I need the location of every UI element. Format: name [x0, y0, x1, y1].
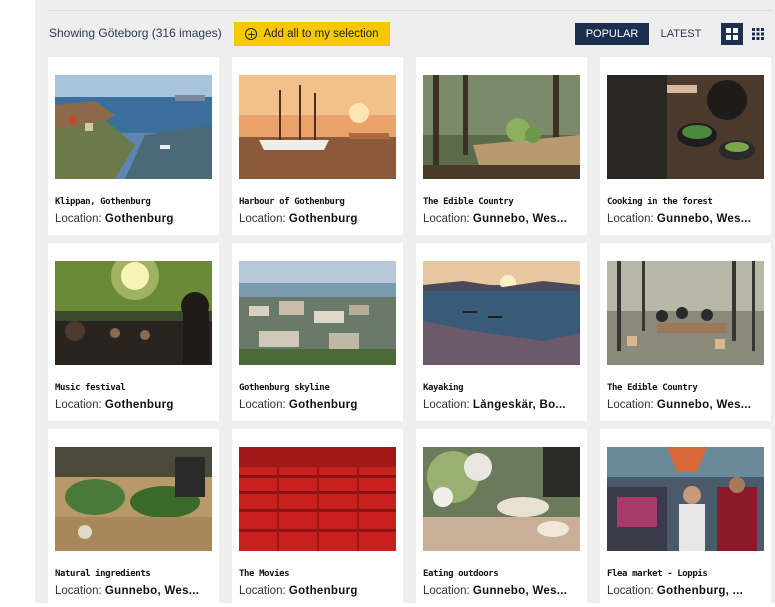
image-location: Location: Gothenburg	[239, 399, 358, 411]
image-title: Cooking in the forest	[607, 197, 713, 207]
image-title: Klippan, Gothenburg	[55, 197, 151, 207]
image-thumbnail[interactable]	[55, 447, 212, 551]
image-thumbnail[interactable]	[239, 447, 396, 551]
image-card[interactable]: Cooking in the forest Location: Gunnebo,…	[600, 57, 771, 235]
image-location: Location: Gunnebo, Wes...	[607, 399, 752, 411]
image-location: Location: Gothenburg, ...	[607, 585, 744, 597]
grid-small-icon	[752, 28, 764, 40]
image-title: Kayaking	[423, 383, 464, 393]
image-location: Location: Gunnebo, Wes...	[607, 213, 752, 225]
image-thumbnail[interactable]	[239, 261, 396, 365]
image-title: Flea market - Loppis	[607, 569, 708, 579]
image-card[interactable]: Gothenburg skyline Location: Gothenburg	[232, 243, 403, 421]
image-card[interactable]: Flea market - Loppis Location: Gothenbur…	[600, 429, 771, 607]
image-card[interactable]: Natural ingredients Location: Gunnebo, W…	[48, 429, 219, 607]
image-thumbnail[interactable]	[423, 75, 580, 179]
image-title: Natural ingredients	[55, 569, 151, 579]
sort-latest-button[interactable]: LATEST	[651, 23, 711, 45]
image-title: Gothenburg skyline	[239, 383, 330, 393]
results-count-text: Showing Göteborg (316 images)	[49, 26, 222, 40]
image-card[interactable]: Klippan, Gothenburg Location: Gothenburg	[48, 57, 219, 235]
add-circle-icon: +	[245, 27, 258, 41]
image-title: The Edible Country	[607, 383, 698, 393]
divider	[48, 10, 773, 11]
image-thumbnail[interactable]	[607, 447, 764, 551]
image-thumbnail[interactable]	[423, 447, 580, 551]
image-card[interactable]: Eating outdoors Location: Gunnebo, Wes..…	[416, 429, 587, 607]
image-thumbnail[interactable]	[239, 75, 396, 179]
image-title: The Movies	[239, 569, 290, 579]
image-location: Location: Långeskär, Bo...	[423, 399, 566, 411]
image-thumbnail[interactable]	[55, 75, 212, 179]
image-card[interactable]: Harbour of Gothenburg Location: Gothenbu…	[232, 57, 403, 235]
grid-small-view-button[interactable]	[747, 23, 769, 45]
grid-large-icon	[726, 28, 738, 40]
image-title: Harbour of Gothenburg	[239, 197, 345, 207]
image-thumbnail[interactable]	[423, 261, 580, 365]
image-card[interactable]: The Edible Country Location: Gunnebo, We…	[600, 243, 771, 421]
image-location: Location: Gothenburg	[239, 585, 358, 597]
grid-large-view-button[interactable]	[721, 23, 743, 45]
sort-popular-button[interactable]: POPULAR	[575, 23, 649, 45]
image-card[interactable]: Kayaking Location: Långeskär, Bo...	[416, 243, 587, 421]
image-thumbnail[interactable]	[607, 75, 764, 179]
image-card[interactable]: The Movies Location: Gothenburg	[232, 429, 403, 607]
image-thumbnail[interactable]	[55, 261, 212, 365]
image-location: Location: Gothenburg	[55, 213, 174, 225]
image-location: Location: Gothenburg	[55, 399, 174, 411]
image-title: Eating outdoors	[423, 569, 499, 579]
add-all-to-selection-button[interactable]: + Add all to my selection	[234, 22, 390, 46]
image-location: Location: Gunnebo, Wes...	[423, 213, 568, 225]
image-location: Location: Gothenburg	[239, 213, 358, 225]
image-title: The Edible Country	[423, 197, 514, 207]
image-thumbnail[interactable]	[607, 261, 764, 365]
image-card[interactable]: Music festival Location: Gothenburg	[48, 243, 219, 421]
add-all-label: Add all to my selection	[263, 28, 379, 40]
image-location: Location: Gunnebo, Wes...	[423, 585, 568, 597]
image-title: Music festival	[55, 383, 126, 393]
image-location: Location: Gunnebo, Wes...	[55, 585, 200, 597]
image-card[interactable]: The Edible Country Location: Gunnebo, We…	[416, 57, 587, 235]
